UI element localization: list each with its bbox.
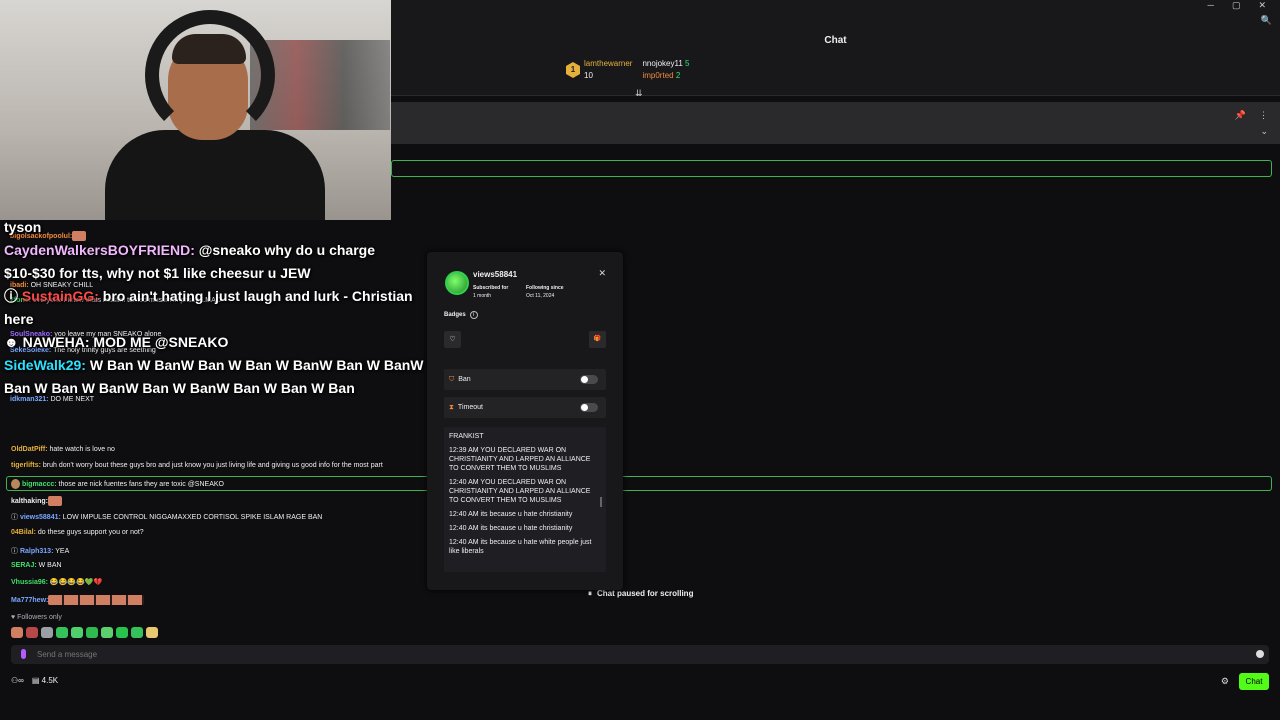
history-label: FRANKIST (449, 433, 484, 440)
webcam-feed (0, 0, 391, 220)
emoji-picker-icon[interactable] (1256, 650, 1264, 658)
chat-message: SERAJ: W BAN (11, 562, 62, 569)
pinned-message-bar: 📌 ⋮ ⌄ (391, 102, 1280, 144)
badges-label: Badges i (444, 311, 478, 319)
rank-badge: 1 (566, 62, 580, 78)
leaderboard-user: nnojokey11 (642, 59, 683, 68)
leaderboard-third[interactable]: imp0rted 2 (642, 70, 689, 82)
chat-header: ─ ▢ ✕ 🔍 Chat 1 lamthewarner 10 nnojokey1… (391, 0, 1280, 99)
emote-icon[interactable] (86, 627, 98, 638)
timeout-toggle[interactable] (580, 403, 598, 412)
send-message-input[interactable] (37, 647, 1237, 662)
pause-icon: ⏸ (588, 588, 592, 598)
chat-message: kalthaking: (11, 496, 62, 506)
chat-message: 04Bilal: do these guys support you or no… (11, 529, 144, 536)
tts-overlay: tyson CaydenWalkersBOYFRIEND: @sneako wh… (4, 216, 424, 400)
maximize-button[interactable]: ▢ (1232, 0, 1241, 12)
more-options-icon[interactable]: ⋮ (1259, 110, 1268, 121)
ban-row[interactable]: ⛉ Ban (444, 369, 606, 390)
close-icon[interactable]: ✕ (598, 268, 606, 279)
send-chat-button[interactable]: Chat (1239, 673, 1269, 690)
overlay-line: CaydenWalkersBOYFRIEND: @sneako why do u… (4, 242, 375, 281)
chevron-down-icon[interactable]: ⌄ (1260, 126, 1268, 137)
emote-bar (11, 627, 158, 638)
gift-leaderboard: 1 lamthewarner 10 nnojokey11 5 imp0rted … (566, 58, 689, 82)
overlay-line: ⓘ SustainGG: bro ain't hating I just lau… (4, 288, 413, 327)
history-message: 12:40 AM YOU DECLARED WAR ON CHRISTIANIT… (449, 479, 591, 504)
pin-icon[interactable]: 📌 (1235, 110, 1246, 121)
message-input-box (11, 645, 1269, 664)
history-message: 12:40 AM its because u hate christianity (449, 511, 573, 518)
chat-message: Vhussia96: 😂😂😂😂💚💔 (11, 579, 103, 586)
leaderboard-count: 2 (675, 71, 681, 80)
emote-icon[interactable] (101, 627, 113, 638)
scrollbar[interactable] (600, 497, 602, 507)
scroll-down-icon[interactable]: ⇊ (635, 88, 643, 99)
emote-icon[interactable] (56, 627, 68, 638)
viewer-stats: ⚇∞ ▤ 4.5K (11, 676, 58, 685)
chat-message: ⓘ views58841: LOW IMPULSE CONTROL NIGGAM… (11, 514, 323, 521)
leaderboard-user: lamthewarner (584, 59, 633, 68)
emote-icon[interactable] (11, 627, 23, 638)
chat-message: bigmaccc: those are nick fuentes fans th… (11, 479, 224, 489)
settings-icon[interactable]: ⚙ (1221, 676, 1229, 687)
users-icon: ⚇∞ (11, 676, 24, 685)
gift-icon[interactable]: 🎁 (589, 331, 606, 348)
app-root: ─ ▢ ✕ 🔍 Chat 1 lamthewarner 10 nnojokey1… (0, 0, 1280, 720)
leaderboard-first[interactable]: 1 lamthewarner 10 (566, 58, 632, 82)
search-icon[interactable]: 🔍 (1261, 15, 1272, 26)
following-info: Following since Oct 11, 2024 (526, 285, 564, 299)
highlighted-message-frame (391, 160, 1272, 177)
history-message: 12:40 AM its because u hate white people… (449, 539, 592, 555)
user-card-popup: views58841 Subscribed for 1 month Follow… (427, 252, 623, 590)
overlay-line: SideWalk29: W Ban W BanW Ban W Ban W Ban… (4, 357, 424, 396)
emote-icon[interactable] (71, 627, 83, 638)
emote-icon[interactable] (41, 627, 53, 638)
minimize-button[interactable]: ─ (1208, 0, 1214, 12)
close-button[interactable]: ✕ (1258, 0, 1266, 12)
followers-only-notice: ♥ Followers only (11, 614, 62, 621)
leaderboard-second[interactable]: nnojokey11 5 (642, 58, 689, 70)
emote-icon[interactable] (26, 627, 38, 638)
user-message-history[interactable]: FRANKIST 12:39 AM YOU DECLARED WAR ON CH… (444, 427, 606, 572)
streamer-body (105, 130, 325, 220)
microphone-icon[interactable] (21, 649, 26, 659)
heart-icon[interactable]: ♡ (444, 331, 461, 348)
chat-title: Chat (824, 35, 847, 46)
window-controls: ─ ▢ ✕ (1208, 0, 1266, 12)
chat-message: OldDatPiff: hate watch is love no (11, 446, 115, 453)
overlay-line: tyson (4, 219, 42, 235)
subscription-info: Subscribed for 1 month (473, 285, 509, 299)
emote-icon[interactable] (116, 627, 128, 638)
overlay-line: ☻ NAWEHA: MOD ME @SNEAKO (4, 334, 229, 350)
timeout-row[interactable]: ⧗ Timeout (444, 397, 606, 418)
chat-message: ⓘ Ralph313: YEA (11, 548, 70, 555)
chat-footer: ⚇∞ ▤ 4.5K ⚙ Chat (11, 673, 1269, 691)
emote-icon[interactable] (146, 627, 158, 638)
leaderboard-count: 10 (584, 71, 593, 80)
emote-icon[interactable] (131, 627, 143, 638)
viewer-count: ▤ 4.5K (31, 676, 59, 685)
ban-toggle[interactable] (580, 375, 598, 384)
history-message: 12:40 AM its because u hate christianity (449, 525, 573, 532)
hourglass-icon: ⧗ (449, 403, 454, 411)
user-card-username[interactable]: views58841 (473, 270, 517, 279)
history-message: 12:39 AM YOU DECLARED WAR ON CHRISTIANIT… (449, 447, 591, 472)
leaderboard-user: imp0rted (642, 71, 674, 80)
leaderboard-count: 5 (685, 59, 690, 68)
info-icon[interactable]: i (469, 311, 478, 319)
avatar (445, 271, 469, 295)
shield-icon: ⛉ (449, 375, 455, 383)
headset-icon (145, 10, 275, 140)
chat-message: tigerlifts: bruh don't worry bout these … (11, 462, 383, 469)
chat-message: Ma777hew: (11, 595, 145, 605)
